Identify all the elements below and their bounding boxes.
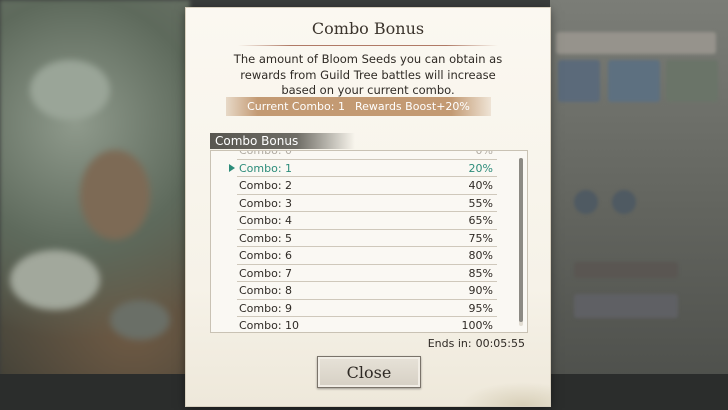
combo-row-label: Combo: 0 — [239, 150, 293, 157]
combo-row-label: Combo: 8 — [239, 284, 293, 297]
dialog-description: The amount of Bloom Seeds you can obtain… — [233, 52, 503, 97]
combo-row-value: 80% — [468, 249, 493, 262]
current-combo-banner: Current Combo: 1 Rewards Boost+20% — [226, 97, 491, 116]
scrollbar-thumb[interactable] — [519, 158, 523, 322]
decorative-flourish — [460, 382, 550, 406]
combo-row-value: 20% — [468, 161, 493, 175]
combo-row-label: Combo: 9 — [239, 301, 293, 315]
combo-row-value: 75% — [468, 231, 493, 245]
rewards-boost-text: Rewards Boost+20% — [354, 100, 470, 113]
combo-row: Combo: 2 40% — [237, 177, 497, 195]
combo-row-label: Combo: 6 — [239, 249, 293, 262]
combo-row: Combo: 3 55% — [237, 195, 497, 212]
combo-row: Combo: 1 20% — [229, 160, 497, 177]
combo-row: Combo: 9 95% — [237, 300, 497, 317]
combo-row-value: 85% — [468, 266, 493, 280]
current-combo-marker-icon — [229, 163, 235, 172]
combo-row-label: Combo: 3 — [239, 196, 293, 210]
ends-in-label: Ends in: — [427, 337, 472, 350]
combo-row-value: 55% — [468, 196, 493, 210]
background-scenery — [0, 0, 190, 410]
combo-row-label: Combo: 10 — [239, 319, 300, 332]
ends-in-timer: Ends in: 00:05:55 — [428, 337, 525, 350]
dialog-title: Combo Bonus — [311, 19, 425, 38]
combo-row: Combo: 7 85% — [237, 265, 497, 282]
combo-row: Combo: 8 90% — [237, 282, 497, 300]
combo-row-label: Combo: 5 — [239, 231, 293, 245]
combo-row-value: 90% — [468, 284, 493, 297]
combo-row: Combo: 10 100% — [237, 317, 497, 332]
combo-bonus-list[interactable]: Combo: 0 0% Combo: 1 20% Combo: 2 40% Combo: 3… — [210, 150, 528, 333]
combo-bonus-dialog: Combo Bonus The amount of Bloom Seeds yo… — [186, 8, 550, 406]
combo-row: Combo: 5 75% — [237, 230, 497, 247]
combo-row-label: Combo: 7 — [239, 266, 293, 280]
combo-row-value: 95% — [468, 301, 493, 315]
background-panel — [550, 0, 728, 410]
combo-row-value: 0% — [475, 150, 493, 157]
combo-row-label: Combo: 1 — [239, 161, 293, 175]
combo-list-content: Combo: 0 0% Combo: 1 20% Combo: 2 40% Combo: 3… — [211, 150, 511, 332]
combo-row-label: Combo: 4 — [239, 214, 293, 227]
ends-in-time: 00:05:55 — [475, 337, 525, 350]
close-button[interactable]: Close — [317, 356, 421, 388]
title-divider — [238, 45, 498, 46]
combo-row-value: 40% — [468, 179, 493, 192]
combo-row: Combo: 0 0% — [237, 150, 497, 160]
combo-bonus-section-header: Combo Bonus — [210, 133, 355, 149]
list-scrollbar[interactable] — [519, 158, 523, 326]
combo-row: Combo: 6 80% — [237, 247, 497, 265]
combo-row: Combo: 4 65% — [237, 212, 497, 230]
current-combo-text: Current Combo: 1 — [247, 100, 345, 113]
combo-row-value: 100% — [461, 319, 493, 332]
combo-row-label: Combo: 2 — [239, 179, 293, 192]
combo-row-value: 65% — [468, 214, 493, 227]
